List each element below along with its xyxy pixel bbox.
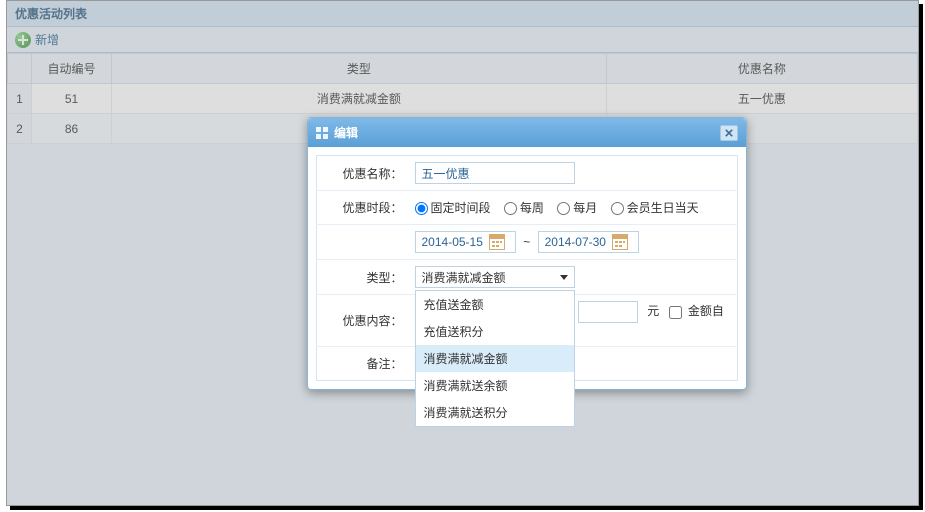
type-combo-value: 消费满就减金额 (422, 269, 506, 286)
date-from-value: 2014-05-15 (422, 235, 483, 249)
label-period: 优惠时段： (317, 191, 409, 225)
radio-fixed[interactable]: 固定时间段 (415, 201, 491, 215)
type-option[interactable]: 消费满就送积分 (416, 399, 574, 426)
radio-monthly-label: 每月 (573, 201, 597, 215)
chevron-down-icon (560, 275, 568, 280)
radio-birthday[interactable]: 会员生日当天 (611, 201, 699, 215)
type-option[interactable]: 充值送金额 (416, 291, 574, 318)
label-content: 优惠内容： (317, 295, 409, 347)
radio-birthday-label: 会员生日当天 (627, 201, 699, 215)
label-name: 优惠名称： (317, 156, 409, 191)
date-from-input[interactable]: 2014-05-15 (415, 231, 516, 253)
label-type: 类型： (317, 260, 409, 295)
close-icon (725, 129, 733, 137)
unit-label: 元 (647, 304, 659, 318)
radio-monthly[interactable]: 每月 (557, 201, 597, 215)
date-tilde: ~ (523, 235, 530, 249)
date-to-value: 2014-07-30 (545, 235, 606, 249)
radio-weekly-label: 每周 (520, 201, 544, 215)
name-input[interactable] (415, 162, 575, 184)
edit-dialog: 编辑 优惠名称： 优惠时段： 固定时间段 每周 (307, 117, 747, 390)
auto-double-checkbox[interactable] (669, 306, 682, 319)
close-button[interactable] (720, 125, 738, 141)
dialog-header: 编辑 (308, 118, 746, 147)
type-combo[interactable]: 消费满就减金额 (415, 266, 575, 288)
calendar-icon (489, 234, 505, 250)
grid-icon (316, 127, 328, 139)
amount-input[interactable] (578, 301, 638, 323)
dialog-title: 编辑 (334, 124, 358, 141)
type-option[interactable]: 消费满就减金额 (416, 345, 574, 372)
label-daterange (317, 225, 409, 260)
date-to-input[interactable]: 2014-07-30 (538, 231, 639, 253)
dialog-body: 优惠名称： 优惠时段： 固定时间段 每周 每月 会员生日当天 (308, 147, 746, 389)
type-option[interactable]: 充值送积分 (416, 318, 574, 345)
radio-weekly[interactable]: 每周 (504, 201, 544, 215)
type-option[interactable]: 消费满就送余额 (416, 372, 574, 399)
type-dropdown: 充值送金额 充值送积分 消费满就减金额 消费满就送余额 消费满就送积分 (415, 290, 575, 427)
label-remark: 备注： (317, 347, 409, 381)
calendar-icon (612, 234, 628, 250)
radio-fixed-label: 固定时间段 (431, 201, 491, 215)
